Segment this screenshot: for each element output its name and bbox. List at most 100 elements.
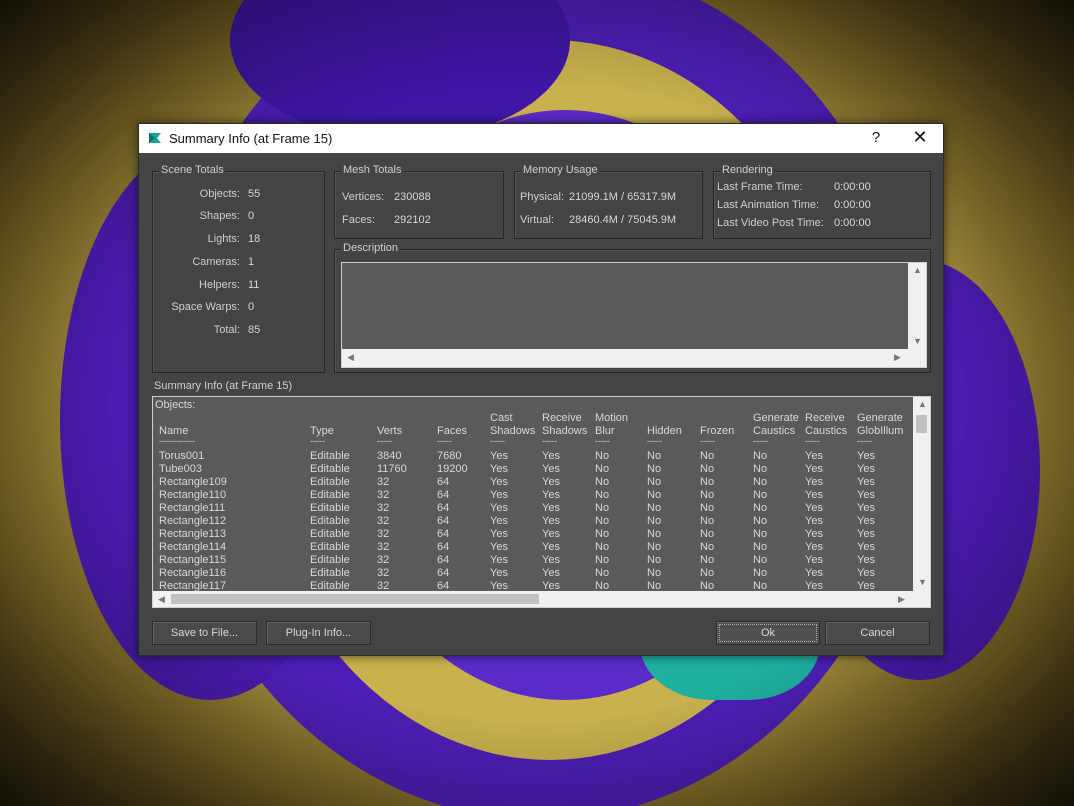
column-separator: ----- xyxy=(700,436,715,446)
help-button[interactable]: ? xyxy=(867,129,885,146)
table-cell: No xyxy=(753,489,768,501)
table-cell: Editable xyxy=(310,463,350,475)
table-cell: No xyxy=(647,541,662,553)
scroll-left-icon[interactable]: ◀ xyxy=(347,352,354,363)
description-group: Description ▲ ▼ ◀ ▶ xyxy=(334,242,931,373)
helpers-label: Helpers: xyxy=(199,279,240,291)
close-icon[interactable]: ✕ xyxy=(909,127,931,148)
table-cell: Yes xyxy=(805,489,823,501)
last-animation-time-value: 0:00:00 xyxy=(834,199,871,211)
total-label: Total: xyxy=(213,324,240,336)
table-cell: Editable xyxy=(310,554,350,566)
table-cell: Yes xyxy=(857,450,875,462)
column-header-line1: Generate xyxy=(857,412,903,424)
table-cell: No xyxy=(647,450,662,462)
column-separator: ----- xyxy=(753,436,768,446)
column-separator: ----- xyxy=(310,436,325,446)
table-cell: Yes xyxy=(805,476,823,488)
table-cell: Yes xyxy=(542,476,560,488)
table-cell: 64 xyxy=(437,567,450,579)
table-cell: Yes xyxy=(542,528,560,540)
last-frame-time-value: 0:00:00 xyxy=(834,181,871,193)
column-separator: ----- xyxy=(490,436,505,446)
table-cell: 32 xyxy=(377,567,390,579)
table-cell: 11760 xyxy=(377,463,407,475)
table-cell: No xyxy=(753,476,768,488)
summary-list[interactable]: Objects: Name ------------ Type ----- Verts -… xyxy=(152,396,931,608)
ok-button[interactable]: Ok xyxy=(716,621,820,645)
faces-value: 292102 xyxy=(394,214,431,226)
scroll-left-icon[interactable]: ◀ xyxy=(158,594,165,605)
table-cell: 19200 xyxy=(437,463,468,475)
table-cell: Yes xyxy=(490,515,508,527)
cameras-label: Cameras: xyxy=(192,256,240,268)
column-separator: ----- xyxy=(647,436,662,446)
table-cell: No xyxy=(700,502,715,514)
table-cell: Rectangle114 xyxy=(159,541,227,553)
column-separator: ----- xyxy=(595,436,610,446)
save-to-file-button[interactable]: Save to File... xyxy=(152,621,257,645)
table-cell: Yes xyxy=(857,463,875,475)
scroll-up-icon[interactable]: ▲ xyxy=(913,265,922,275)
table-cell: 64 xyxy=(437,541,450,553)
list-vertical-scrollbar[interactable]: ▲ ▼ xyxy=(913,397,930,591)
scroll-thumb[interactable] xyxy=(171,594,539,604)
3dsmax-app-icon xyxy=(149,133,161,143)
summary-info-dialog: Summary Info (at Frame 15) ? ✕ Scene Tot… xyxy=(138,123,944,656)
column-separator: ----- xyxy=(437,436,452,446)
table-cell: Rectangle115 xyxy=(159,554,227,566)
table-cell: Tube003 xyxy=(159,463,203,475)
scroll-thumb[interactable] xyxy=(916,415,927,433)
table-cell: Yes xyxy=(490,502,508,514)
table-cell: Rectangle109 xyxy=(159,476,227,488)
table-cell: No xyxy=(700,554,715,566)
description-legend: Description xyxy=(341,242,401,254)
table-cell: Rectangle111 xyxy=(159,502,226,514)
table-cell: Yes xyxy=(805,515,823,527)
table-cell: 64 xyxy=(437,476,450,488)
table-cell: Yes xyxy=(490,554,508,566)
last-animation-time-label: Last Animation Time: xyxy=(717,199,820,211)
list-horizontal-scrollbar[interactable]: ◀ ▶ xyxy=(153,591,930,607)
scroll-up-icon[interactable]: ▲ xyxy=(918,399,927,409)
table-cell: No xyxy=(595,567,610,579)
table-cell: 32 xyxy=(377,528,390,540)
table-cell: Yes xyxy=(857,515,875,527)
table-cell: No xyxy=(753,554,768,566)
scroll-right-icon[interactable]: ▶ xyxy=(898,594,905,605)
table-cell: No xyxy=(595,463,610,475)
table-cell: No xyxy=(647,567,662,579)
table-cell: No xyxy=(595,528,610,540)
table-cell: No xyxy=(700,515,715,527)
plugin-info-button[interactable]: Plug-In Info... xyxy=(266,621,371,645)
table-cell: 32 xyxy=(377,476,390,488)
table-cell: No xyxy=(647,489,662,501)
scroll-right-icon[interactable]: ▶ xyxy=(894,352,901,363)
title-bar[interactable]: Summary Info (at Frame 15) ? ✕ xyxy=(139,124,943,153)
description-horizontal-scrollbar[interactable]: ◀ ▶ xyxy=(342,349,926,367)
table-cell: Yes xyxy=(857,528,875,540)
scroll-down-icon[interactable]: ▼ xyxy=(913,336,922,346)
description-vertical-scrollbar[interactable]: ▲ ▼ xyxy=(908,263,926,349)
scene-totals-group: Scene Totals Objects: 55 Shapes: 0 Light… xyxy=(152,164,325,373)
scroll-down-icon[interactable]: ▼ xyxy=(918,577,927,587)
table-cell: No xyxy=(647,554,662,566)
table-cell: Yes xyxy=(805,463,823,475)
table-cell: 64 xyxy=(437,515,450,527)
last-video-post-time-value: 0:00:00 xyxy=(834,217,871,229)
column-separator: ----- xyxy=(805,436,820,446)
table-cell: Yes xyxy=(542,463,560,475)
table-cell: No xyxy=(595,515,610,527)
column-header-line1: Generate xyxy=(753,412,799,424)
table-cell: No xyxy=(753,567,768,579)
table-cell: No xyxy=(595,476,610,488)
summary-info-label: Summary Info (at Frame 15) xyxy=(154,380,293,392)
table-cell: Rectangle110 xyxy=(159,489,227,501)
cancel-button[interactable]: Cancel xyxy=(825,621,930,645)
dialog-title: Summary Info (at Frame 15) xyxy=(169,131,333,146)
table-cell: Yes xyxy=(490,476,508,488)
description-textarea[interactable] xyxy=(342,263,908,349)
table-cell: Yes xyxy=(490,541,508,553)
table-cell: No xyxy=(700,489,715,501)
table-cell: Torus001 xyxy=(159,450,205,462)
